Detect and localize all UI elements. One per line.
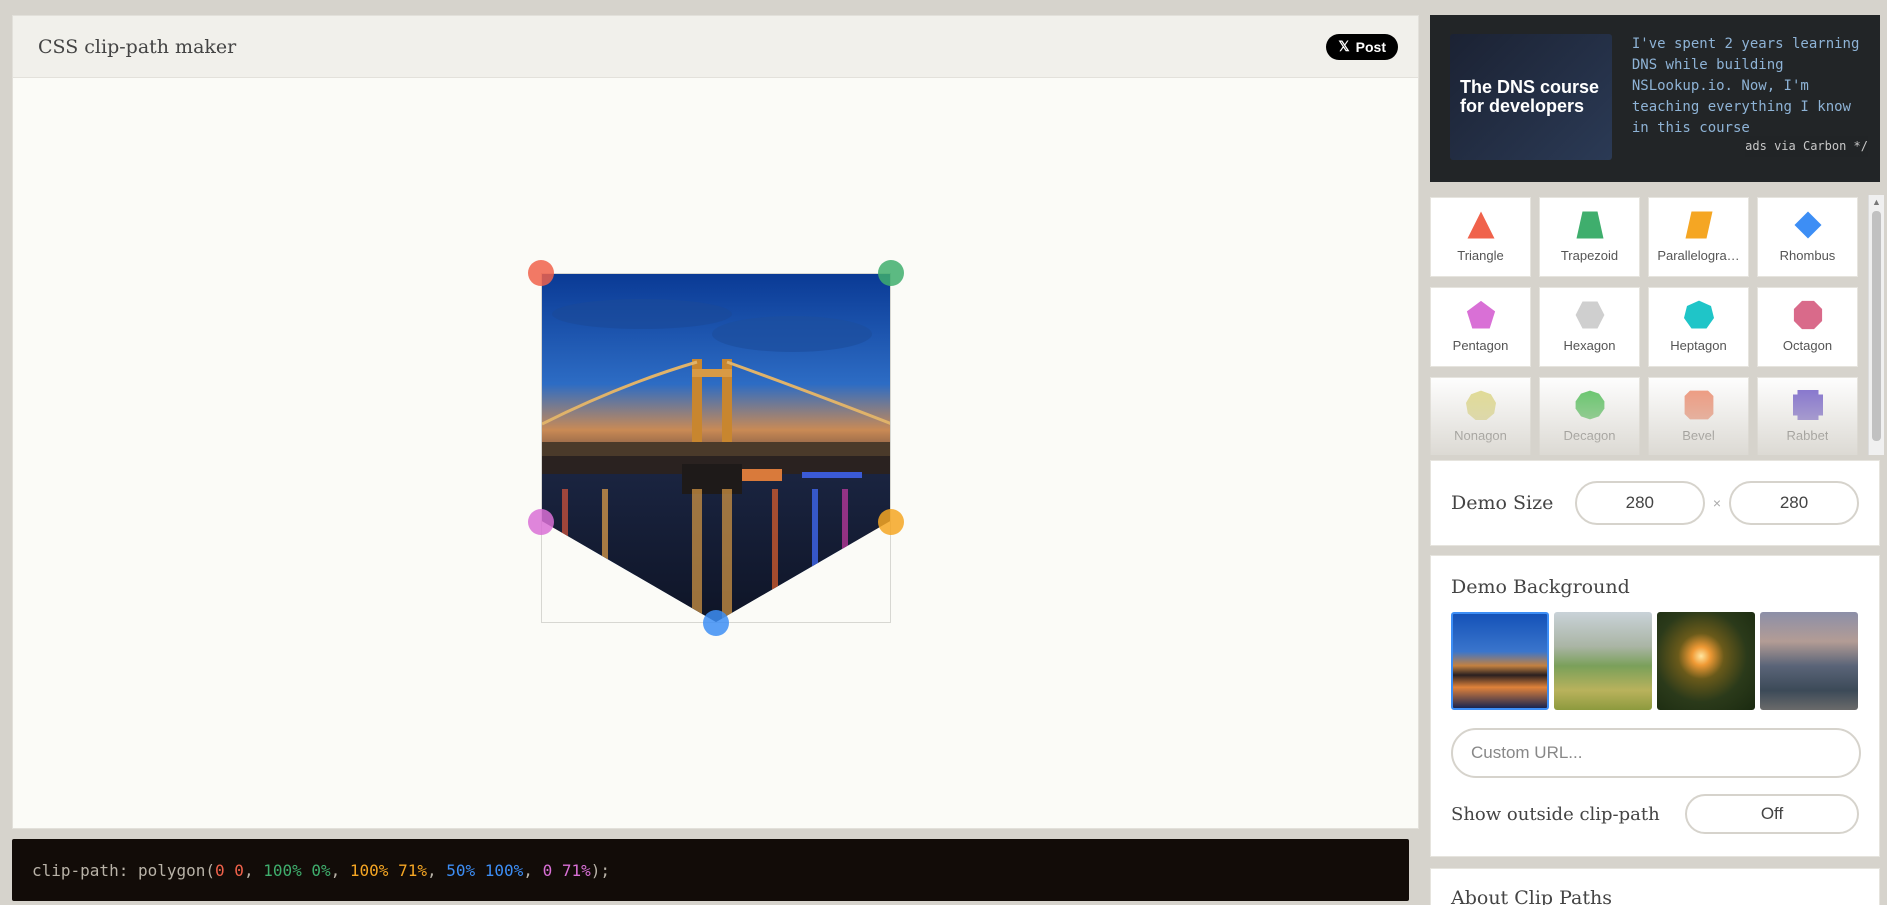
bridge-photo <box>542 274 890 622</box>
shape-tile-parallelogra[interactable]: Parallelogra… <box>1648 197 1749 277</box>
code-comma: , <box>330 860 350 880</box>
polygon-handle-4[interactable] <box>703 610 729 636</box>
shape-label: Parallelogra… <box>1657 248 1740 263</box>
shape-tile-decagon[interactable]: Decagon <box>1539 377 1640 455</box>
shape-tile-rhombus[interactable]: Rhombus <box>1757 197 1858 277</box>
about-title: About Clip Paths <box>1451 887 1613 905</box>
demo-width-input[interactable] <box>1574 481 1705 525</box>
shape-tile-rabbet[interactable]: Rabbet <box>1757 377 1858 455</box>
shape-label: Hexagon <box>1563 338 1616 353</box>
bg-thumb-hills[interactable] <box>1554 612 1652 710</box>
shape-label: Nonagon <box>1454 428 1507 443</box>
nonagon-icon <box>1465 390 1496 420</box>
demo-height-input[interactable] <box>1729 481 1859 525</box>
outside-clip-row: Show outside clip-path Off <box>1451 794 1859 834</box>
editor-panel: CSS clip-path maker 𝕏 Post <box>12 15 1419 829</box>
clipped-demo-image <box>542 274 890 622</box>
code-point: 50% 100% <box>446 860 524 880</box>
hexagon-icon <box>1575 301 1604 329</box>
bg-thumb-bridge[interactable] <box>1451 612 1549 710</box>
shape-label: Pentagon <box>1452 338 1509 353</box>
polygon-handle-3[interactable] <box>878 508 904 535</box>
code-points: 0 0, 100% 0%, 100% 71%, 50% 100%, 0 71% <box>215 861 591 880</box>
bevel-icon <box>1684 390 1713 420</box>
shape-tile-trapezoid[interactable]: Trapezoid <box>1539 197 1640 277</box>
code-point: 100% 71% <box>349 860 427 880</box>
shape-label: Bevel <box>1682 428 1715 443</box>
carbon-ad[interactable]: The DNS course for developers I've spent… <box>1430 15 1880 182</box>
parallelogram-icon <box>1685 211 1712 239</box>
bg-thumb-ocean[interactable] <box>1760 612 1858 710</box>
x-logo-icon: 𝕏 <box>1338 38 1350 54</box>
code-point: 0 71% <box>542 860 591 880</box>
ad-image-text: The DNS course for developers <box>1460 77 1600 116</box>
shape-label: Octagon <box>1782 338 1833 353</box>
background-thumbnails <box>1451 612 1859 710</box>
trapezoid-icon <box>1576 211 1603 239</box>
polygon-handle-5[interactable] <box>528 508 554 535</box>
code-point: 0 0 <box>215 860 244 880</box>
shape-label: Trapezoid <box>1560 248 1619 263</box>
ad-image[interactable]: The DNS course for developers <box>1450 34 1612 160</box>
octagon-icon <box>1793 300 1822 330</box>
rabbet-icon <box>1792 390 1823 420</box>
shape-tile-hexagon[interactable]: Hexagon <box>1539 287 1640 367</box>
demo-size-title: Demo Size <box>1451 492 1554 514</box>
x-post-button[interactable]: 𝕏 Post <box>1326 33 1398 60</box>
code-comma: , <box>523 860 543 880</box>
custom-url-input[interactable] <box>1451 728 1861 778</box>
shape-tile-pentagon[interactable]: Pentagon <box>1430 287 1531 367</box>
shape-label: Rhombus <box>1779 248 1836 263</box>
shape-tile-nonagon[interactable]: Nonagon <box>1430 377 1531 455</box>
triangle-icon <box>1467 211 1494 239</box>
shape-tile-heptagon[interactable]: Heptagon <box>1648 287 1749 367</box>
post-label: Post <box>1355 38 1386 55</box>
ad-body: I've spent 2 years learning DNS while bu… <box>1631 36 1860 136</box>
code-point: 100% 0% <box>263 860 331 880</box>
demo-stage <box>13 78 1418 828</box>
shape-label: Heptagon <box>1670 338 1727 353</box>
code-suffix: ); <box>590 860 610 880</box>
code-comma: , <box>426 860 447 880</box>
demo-size-card: Demo Size × <box>1430 460 1880 546</box>
heptagon-icon <box>1683 300 1714 329</box>
demo-background-title: Demo Background <box>1451 576 1630 598</box>
outside-clip-label: Show outside clip-path <box>1451 803 1660 825</box>
demo-background-card: Demo Background Show outside clip-path O… <box>1430 555 1880 857</box>
shape-presets: Triangle Trapezoid Parallelogra… Rhombus Pen… <box>1430 197 1866 455</box>
decagon-icon <box>1575 390 1604 420</box>
ad-via-label[interactable]: ads via Carbon */ <box>1745 136 1868 157</box>
scroll-thumb[interactable] <box>1872 211 1881 441</box>
polygon-handle-2[interactable] <box>878 260 904 286</box>
code-comma: , <box>243 860 264 880</box>
outside-clip-toggle[interactable]: Off <box>1685 794 1859 834</box>
about-card: About Clip Paths <box>1430 868 1880 905</box>
bg-thumb-sparkler[interactable] <box>1657 612 1755 710</box>
polygon-handle-1[interactable] <box>528 260 554 286</box>
css-code-output[interactable]: clip-path: polygon( 0 0, 100% 0%, 100% 7… <box>12 839 1409 901</box>
shape-label: Rabbet <box>1786 428 1829 443</box>
code-prefix: clip-path: polygon( <box>32 860 216 880</box>
scroll-up-icon[interactable]: ▲ <box>1869 195 1884 209</box>
editor-header: CSS clip-path maker 𝕏 Post <box>13 16 1418 78</box>
shape-scrollbar[interactable]: ▲ <box>1868 195 1884 455</box>
shape-label: Triangle <box>1457 248 1504 263</box>
shape-tile-triangle[interactable]: Triangle <box>1430 197 1531 277</box>
page-title: CSS clip-path maker <box>38 35 237 58</box>
shape-tile-octagon[interactable]: Octagon <box>1757 287 1858 367</box>
ad-text[interactable]: I've spent 2 years learning DNS while bu… <box>1631 34 1868 163</box>
demo-bounding-box <box>541 273 891 623</box>
size-separator: × <box>1712 495 1721 511</box>
rhombus-icon <box>1794 211 1821 239</box>
shape-tile-bevel[interactable]: Bevel <box>1648 377 1749 455</box>
pentagon-icon <box>1466 300 1495 329</box>
shape-label: Decagon <box>1563 428 1616 443</box>
